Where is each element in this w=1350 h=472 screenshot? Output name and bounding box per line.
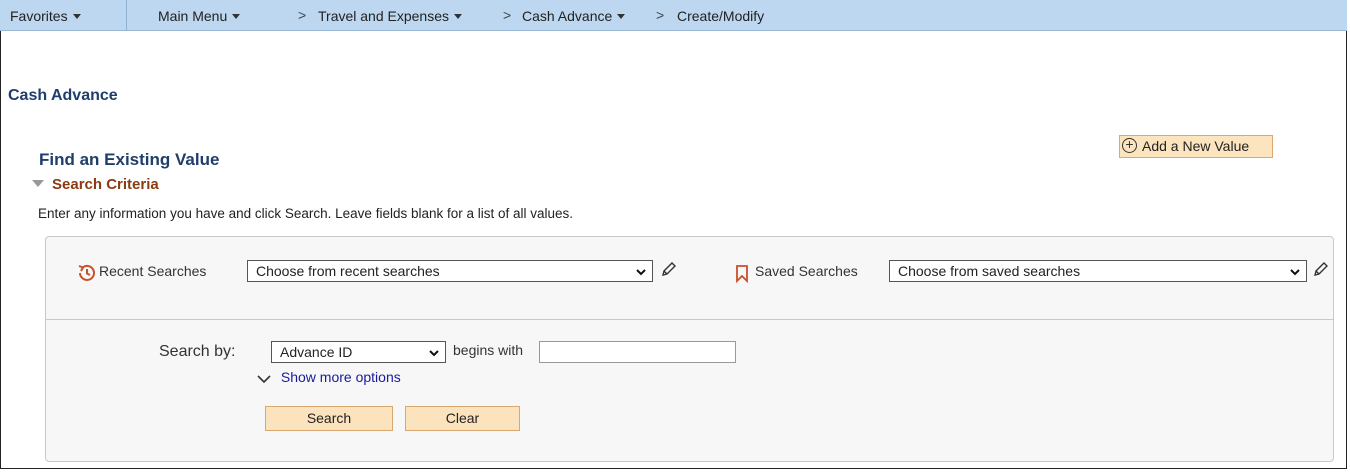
saved-searches-value: Choose from saved searches xyxy=(898,263,1081,279)
breadcrumb-separator: > xyxy=(298,7,307,23)
advance-id-input[interactable] xyxy=(539,341,736,363)
chevron-down-icon xyxy=(428,346,440,362)
caret-down-icon xyxy=(232,13,241,19)
add-new-value-button[interactable]: + Add a New Value xyxy=(1119,135,1273,158)
search-field-select[interactable]: Advance ID xyxy=(271,341,446,363)
collapse-triangle-icon xyxy=(32,179,44,187)
search-by-label: Search by: xyxy=(159,343,236,360)
show-more-options-label: Show more options xyxy=(280,369,401,385)
caret-down-icon xyxy=(72,13,81,19)
bookmark-icon xyxy=(735,265,749,286)
panel-divider xyxy=(46,319,1333,320)
search-criteria-label: Search Criteria xyxy=(52,176,159,193)
search-panel: Recent Searches Choose from recent searc… xyxy=(45,236,1334,462)
breadcrumb-create-modify: Create/Modify xyxy=(677,8,765,24)
pencil-icon[interactable] xyxy=(1312,260,1330,281)
main-menu-label: Main Menu xyxy=(158,8,228,24)
recent-searches-label: Recent Searches xyxy=(99,263,207,279)
caret-down-icon xyxy=(617,13,626,19)
breadcrumb-separator: > xyxy=(503,7,512,23)
recent-searches-value: Choose from recent searches xyxy=(256,263,440,279)
clear-button[interactable]: Clear xyxy=(405,406,520,431)
breadcrumb-cash-advance-label: Cash Advance xyxy=(522,8,613,24)
nav-divider xyxy=(126,0,127,31)
breadcrumb-travel-label: Travel and Expenses xyxy=(318,8,449,24)
show-more-options-link[interactable]: Show more options xyxy=(257,369,401,385)
history-icon xyxy=(76,262,98,287)
breadcrumb-travel[interactable]: Travel and Expenses xyxy=(318,8,462,24)
breadcrumb-separator: > xyxy=(656,7,665,23)
favorites-label: Favorites xyxy=(10,8,68,24)
main-menu[interactable]: Main Menu xyxy=(158,8,241,24)
page-title: Cash Advance xyxy=(8,87,118,104)
caret-down-icon xyxy=(454,13,462,19)
chevron-down-icon xyxy=(257,371,275,387)
saved-searches-label: Saved Searches xyxy=(755,263,858,279)
breadcrumb-cash-advance[interactable]: Cash Advance xyxy=(522,8,626,24)
find-existing-title: Find an Existing Value xyxy=(39,150,220,169)
search-criteria-toggle[interactable]: Search Criteria xyxy=(32,176,159,193)
top-nav-bar: Favorites Main Menu > Travel and Expense… xyxy=(0,0,1347,31)
search-field-value: Advance ID xyxy=(280,344,353,360)
chevron-down-icon xyxy=(635,265,647,281)
operator-label: begins with xyxy=(453,342,524,358)
recent-searches-select[interactable]: Choose from recent searches xyxy=(247,260,653,282)
saved-searches-select[interactable]: Choose from saved searches xyxy=(889,260,1307,282)
add-new-value-label: Add a New Value xyxy=(1142,138,1250,154)
instructions-text: Enter any information you have and click… xyxy=(38,206,574,221)
favorites-menu[interactable]: Favorites xyxy=(10,8,81,24)
search-button[interactable]: Search xyxy=(265,406,393,431)
pencil-icon[interactable] xyxy=(660,260,678,281)
plus-circle-icon: + xyxy=(1122,137,1137,153)
chevron-down-icon xyxy=(1289,265,1301,281)
